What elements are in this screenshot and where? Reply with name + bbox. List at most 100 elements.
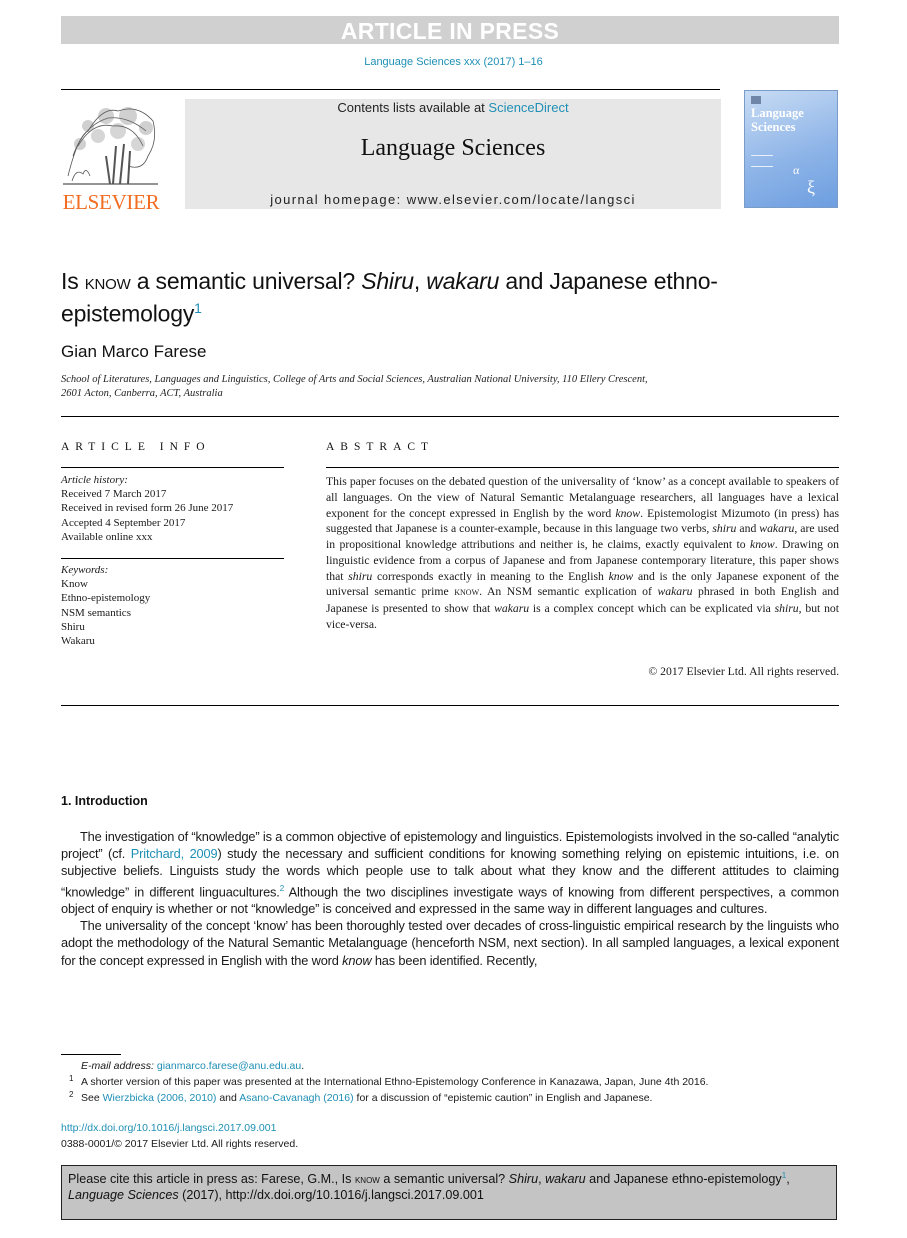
cover-editors-block <box>751 155 773 167</box>
abstract-span: corresponds exactly in meaning to the En… <box>372 569 609 583</box>
keywords: Keywords: Know Ethno-epistemology NSM se… <box>61 563 284 648</box>
abstract-italic: shiru <box>712 522 737 536</box>
cover-xi-glyph: ξ <box>807 177 816 197</box>
citation-text: Please cite this article in press as: Fa… <box>68 1172 355 1187</box>
footnote-text: for a discussion of “epistemic caution” … <box>353 1092 653 1104</box>
history-item: Received 7 March 2017 <box>61 488 167 501</box>
section-rule <box>61 416 839 417</box>
title-smallcaps: know <box>84 269 131 294</box>
email-link[interactable]: gianmarco.farese@anu.edu.au <box>157 1060 301 1072</box>
email-footnote: E-mail address: gianmarco.farese@anu.edu… <box>61 1058 839 1074</box>
footnote-text: and <box>216 1092 240 1104</box>
title-italic: wakaru <box>426 268 500 294</box>
citation-italic: wakaru <box>545 1172 586 1187</box>
abstract-span: . An NSM semantic explication of <box>479 585 658 599</box>
title-text: Is <box>61 268 85 294</box>
affiliation-line1: School of Literatures, Languages and Lin… <box>61 374 648 385</box>
footnotes: E-mail address: gianmarco.farese@anu.edu… <box>61 1058 839 1106</box>
sciencedirect-link[interactable]: ScienceDirect <box>488 100 568 115</box>
abstract-italic: shiru <box>348 569 373 583</box>
citation-text: a semantic universal? <box>379 1172 509 1187</box>
citation-link-pritchard[interactable]: Pritchard, 2009 <box>131 846 218 861</box>
email-label: E-mail address: <box>81 1060 157 1072</box>
footnote-2: 2 See Wierzbicka (2006, 2010) and Asano-C… <box>61 1090 839 1106</box>
citation-text: , <box>786 1172 790 1187</box>
citation-italic: Shiru <box>508 1172 539 1187</box>
info-rule <box>61 558 284 559</box>
cover-title-line1: Language <box>751 106 804 120</box>
footnote-mark: 2 <box>69 1090 74 1099</box>
footnote-1: 1 A shorter version of this paper was pre… <box>61 1074 839 1090</box>
journal-homepage[interactable]: journal homepage: www.elsevier.com/locat… <box>185 192 721 207</box>
citation-link-wierzbicka[interactable]: Wierzbicka (2006, 2010) <box>103 1092 217 1104</box>
citation-smallcaps: know <box>354 1172 380 1187</box>
footnote-rule <box>61 1054 121 1055</box>
footnote-text: A shorter version of this paper was pres… <box>81 1076 709 1088</box>
abstract-italic: shiru <box>774 602 799 615</box>
cover-title-line2: Sciences <box>751 120 796 134</box>
citation-box: Please cite this article in press as: Fa… <box>61 1165 837 1220</box>
title-text: a semantic universal? <box>130 268 362 294</box>
affiliation-line2: 2601 Acton, Canberra, ACT, Australia <box>61 388 223 399</box>
history-item: Available online xxx <box>61 530 153 543</box>
text-span: has been identified. Recently, <box>371 952 538 968</box>
doi-link[interactable]: http://dx.doi.org/10.1016/j.langsci.2017… <box>61 1120 298 1136</box>
abstract-rule <box>326 467 839 468</box>
title-footnote-link[interactable]: 1 <box>194 300 202 316</box>
history-item: Accepted 4 September 2017 <box>61 516 186 529</box>
keyword-item: Wakaru <box>61 635 95 648</box>
title-text: , <box>413 268 427 294</box>
abstract-span: is a complex concept which can be explic… <box>529 602 775 615</box>
citation-link-asano-cavanagh[interactable]: Asano-Cavanagh (2016) <box>239 1092 353 1104</box>
introduction-heading: 1. Introduction <box>61 794 148 808</box>
citation-journal: Language Sciences <box>68 1188 179 1203</box>
abstract-heading: ABSTRACT <box>326 441 435 453</box>
cover-publisher-mark <box>751 96 761 104</box>
abstract-italic: wakaru <box>759 522 795 536</box>
abstract-text: This paper focuses on the debated questi… <box>326 474 839 633</box>
citation-text: and Japanese ethno-epistemology <box>585 1172 782 1187</box>
journal-cover-thumbnail[interactable]: Language Sciences α ξ <box>744 90 838 208</box>
keyword-item: NSM semantics <box>61 606 131 619</box>
title-italic: Shiru <box>361 268 414 294</box>
keywords-label: Keywords: <box>61 564 109 576</box>
article-history: Article history: Received 7 March 2017 R… <box>61 473 284 544</box>
doi-block: http://dx.doi.org/10.1016/j.langsci.2017… <box>61 1120 298 1152</box>
paragraph: The investigation of “knowledge” is a co… <box>61 828 839 917</box>
abstract-span: and <box>736 522 760 536</box>
introduction-body: The investigation of “knowledge” is a co… <box>61 828 839 969</box>
footnote-text: See <box>81 1092 103 1104</box>
abstract-italic: wakaru <box>657 585 693 599</box>
abstract-italic: wakaru <box>494 602 530 615</box>
issn-copyright: 0388-0001/© 2017 Elsevier Ltd. All right… <box>61 1138 299 1150</box>
keyword-item: Shiru <box>61 620 85 633</box>
author-affiliation: School of Literatures, Languages and Lin… <box>61 373 761 401</box>
journal-name: Language Sciences <box>360 135 546 161</box>
citation-text: (2017), http://dx.doi.org/10.1016/j.lang… <box>178 1188 484 1203</box>
keyword-item: Ethno-epistemology <box>61 592 151 605</box>
text-span: . <box>301 1060 305 1072</box>
paragraph: The universality of the concept ‘know’ h… <box>61 917 839 969</box>
abstract-italic: know <box>608 569 634 583</box>
info-rule <box>61 467 284 468</box>
text-italic: know <box>342 952 372 968</box>
journal-reference-link[interactable]: Language Sciences xxx (2017) 1–16 <box>0 56 907 68</box>
abstract-italic: know <box>615 506 641 520</box>
author-name[interactable]: Gian Marco Farese <box>61 342 207 362</box>
contents-prefix: Contents lists available at <box>337 100 489 115</box>
journal-masthead: Contents lists available at ScienceDirec… <box>185 99 721 209</box>
article-in-press-banner: ARTICLE IN PRESS <box>61 16 839 44</box>
abstract-smallcaps: know <box>454 586 480 599</box>
history-item: Received in revised form 26 June 2017 <box>61 502 234 515</box>
cover-title: Language Sciences <box>751 106 804 134</box>
article-title: Is know a semantic universal? Shiru, wak… <box>61 268 821 328</box>
elsevier-wordmark[interactable]: ELSEVIER <box>61 190 161 215</box>
keyword-item: Know <box>61 578 88 591</box>
footnote-mark: 1 <box>69 1074 74 1083</box>
contents-line: Contents lists available at ScienceDirec… <box>185 100 721 115</box>
article-info-heading: ARTICLE INFO <box>61 441 211 453</box>
section-rule <box>61 705 839 706</box>
abstract-copyright: © 2017 Elsevier Ltd. All rights reserved… <box>648 665 839 678</box>
cover-alpha-glyph: α <box>793 163 800 177</box>
abstract-italic: know <box>750 538 775 551</box>
